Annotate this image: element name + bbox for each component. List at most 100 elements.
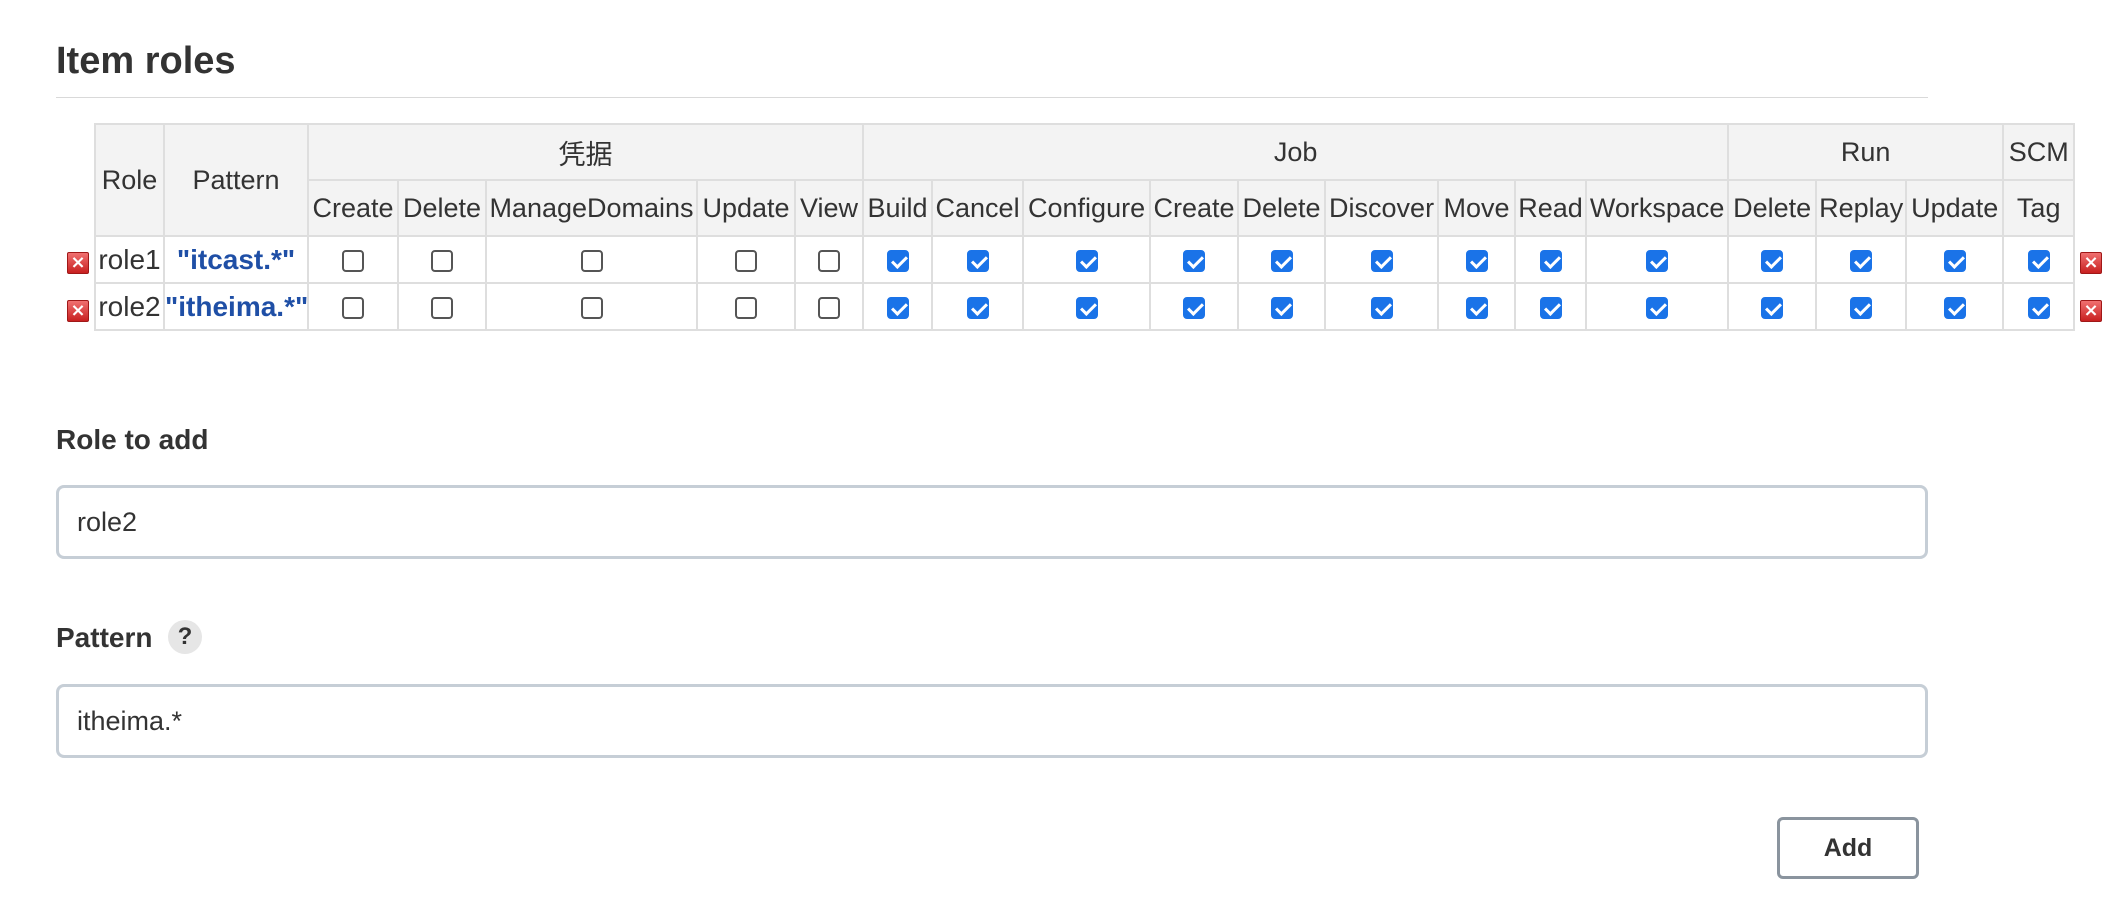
permission-cell (1815, 235, 1908, 284)
permission-checkbox[interactable] (2027, 297, 2050, 320)
permission-cell (1514, 282, 1588, 331)
permission-cell (862, 282, 934, 331)
permission-header-job-create: Create (1149, 179, 1240, 237)
permission-header-run-update: Update (1905, 179, 2005, 237)
permission-checkbox[interactable] (1270, 297, 1293, 320)
role-pattern-link[interactable]: "itheima.*" (163, 282, 309, 331)
permission-checkbox[interactable] (1075, 297, 1098, 320)
permission-cell (793, 235, 865, 284)
permission-header--delete: Delete (397, 179, 487, 237)
role-name-input[interactable] (56, 485, 1928, 559)
permission-cell (1022, 235, 1152, 284)
permission-checkbox[interactable] (431, 297, 453, 320)
permission-checkbox[interactable] (1850, 250, 1873, 273)
role-pattern-link[interactable]: "itcast.*" (163, 235, 309, 284)
permission-checkbox[interactable] (886, 250, 909, 273)
pattern-column-header: Pattern (163, 123, 309, 237)
permission-cell (1149, 282, 1240, 331)
permission-checkbox[interactable] (1465, 297, 1488, 320)
permission-checkbox[interactable] (1761, 250, 1784, 273)
permission-checkbox[interactable] (431, 250, 453, 273)
role-to-add-label: Role to add (56, 424, 209, 455)
permission-checkbox[interactable] (1943, 297, 1966, 320)
delete-x-icon[interactable]: × (67, 252, 89, 274)
add-button[interactable]: Add (1777, 817, 1919, 879)
permission-checkbox[interactable] (1270, 250, 1293, 273)
permission-header--view: View (793, 179, 865, 237)
permission-header--update: Update (696, 179, 796, 237)
role-column-header: Role (94, 123, 165, 237)
delete-x-icon[interactable]: × (2080, 252, 2102, 274)
pattern-input[interactable] (56, 684, 1928, 758)
permission-checkbox[interactable] (1370, 297, 1393, 320)
role-name-cell: role2 (94, 282, 165, 331)
permission-checkbox[interactable] (1761, 297, 1784, 320)
permission-cell (1149, 235, 1240, 284)
permission-checkbox[interactable] (966, 250, 989, 273)
permission-cell (307, 235, 399, 284)
permission-cell (862, 235, 934, 284)
role-name-cell: role1 (94, 235, 165, 284)
permission-cell (696, 235, 796, 284)
permission-cell (1905, 235, 2005, 284)
permission-checkbox[interactable] (1646, 297, 1669, 320)
permission-cell (1237, 282, 1327, 331)
permission-checkbox[interactable] (580, 297, 603, 320)
permission-cell (1324, 235, 1440, 284)
permission-checkbox[interactable] (1646, 250, 1669, 273)
permission-checkbox[interactable] (342, 250, 364, 273)
permission-cell (1437, 235, 1517, 284)
table-row: role1 "itcast.*" (94, 235, 2076, 284)
permission-header-row: Create Delete ManageDomains Update View Build… (95, 179, 2076, 237)
delete-x-icon[interactable]: × (67, 300, 89, 322)
permission-checkbox[interactable] (342, 297, 364, 320)
group-header-job: Job (862, 123, 1730, 181)
permission-header-scm-tag: Tag (2002, 179, 2076, 237)
permission-checkbox[interactable] (1943, 250, 1966, 273)
permission-checkbox[interactable] (1850, 297, 1873, 320)
permission-checkbox[interactable] (580, 250, 603, 273)
permission-header--create: Create (307, 179, 399, 237)
permission-checkbox[interactable] (886, 297, 909, 320)
permission-checkbox[interactable] (818, 297, 841, 320)
permission-cell (1815, 282, 1908, 331)
permission-checkbox[interactable] (1075, 250, 1098, 273)
permission-checkbox[interactable] (966, 297, 989, 320)
delete-x-icon[interactable]: × (2080, 300, 2102, 322)
permission-cell (397, 282, 487, 331)
permission-checkbox[interactable] (1539, 297, 1562, 320)
permission-cell (1905, 282, 2005, 331)
permission-checkbox[interactable] (1539, 250, 1562, 273)
item-roles-table: Role Pattern 凭据 Job Run SCM Create Delete… (94, 123, 2076, 331)
permission-cell (931, 282, 1025, 331)
group-header-credentials: 凭据 (306, 123, 865, 181)
permission-cell (397, 235, 487, 284)
help-icon[interactable]: ? (168, 620, 202, 654)
permission-checkbox[interactable] (735, 250, 757, 273)
title-divider (56, 97, 1928, 98)
permission-cell (793, 282, 865, 331)
permission-header-job-move: Move (1437, 179, 1517, 237)
pattern-label: Pattern (56, 622, 153, 653)
permission-checkbox[interactable] (1183, 297, 1206, 320)
role-rows: role1 "itcast.*" role2 "itheima.*" (94, 235, 2076, 331)
permission-cell (2002, 235, 2076, 284)
permission-checkbox[interactable] (818, 250, 841, 273)
permission-cell (696, 282, 796, 331)
permission-checkbox[interactable] (1183, 250, 1206, 273)
permission-header-job-delete: Delete (1237, 179, 1327, 237)
permission-header--managedomains: ManageDomains (485, 179, 698, 237)
permission-header-job-workspace: Workspace (1585, 179, 1730, 237)
permission-cell (485, 235, 698, 284)
permission-cell (931, 235, 1025, 284)
permission-checkbox[interactable] (1465, 250, 1488, 273)
permission-checkbox[interactable] (2027, 250, 2050, 273)
group-header-row: Role Pattern 凭据 Job Run SCM (94, 123, 2076, 237)
permission-checkbox[interactable] (735, 297, 757, 320)
permission-cell (1022, 282, 1152, 331)
permission-cell (1237, 235, 1327, 284)
permission-checkbox[interactable] (1370, 250, 1393, 273)
permission-cell (1585, 235, 1730, 284)
permission-cell (1727, 282, 1818, 331)
permission-header-job-read: Read (1514, 179, 1588, 237)
